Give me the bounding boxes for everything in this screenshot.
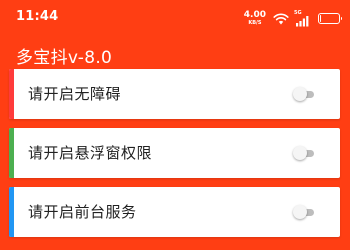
foreground-service-toggle[interactable] [293,204,315,220]
battery-fill [320,14,321,22]
accessibility-toggle[interactable] [293,86,315,102]
toggle-thumb [293,205,307,219]
setting-label: 请开启悬浮窗权限 [28,144,153,162]
card-accent-bar [9,69,14,119]
network-speed-value: 4.00 [243,9,266,20]
setting-label: 请开启前台服务 [28,203,137,221]
status-bar: 11:44 4.00 KB/S 5G 1 [0,0,350,34]
card-accent-bar [9,187,14,237]
wifi-icon [273,12,289,25]
network-speed: 4.00 KB/S [243,9,266,26]
app-title: 多宝抖v-8.0 [16,48,113,68]
battery-icon: 1 [318,12,342,24]
setting-card-foreground-service[interactable]: 请开启前台服务 [9,187,340,237]
settings-list: 请开启无障碍 请开启悬浮窗权限 请开启前台服务 [9,69,340,246]
setting-card-accessibility[interactable]: 请开启无障碍 [9,69,340,119]
overlay-permission-toggle[interactable] [293,145,315,161]
status-time: 11:44 [16,9,59,24]
card-accent-bar [9,128,14,178]
toggle-thumb [293,87,307,101]
setting-card-overlay-permission[interactable]: 请开启悬浮窗权限 [9,128,340,178]
network-type: 5G [294,9,302,16]
setting-label: 请开启无障碍 [28,85,122,103]
signal-icon: 5G [294,9,310,26]
status-icons: 4.00 KB/S 5G 1 [243,9,342,26]
toggle-thumb [293,146,307,160]
battery-level: 1 [326,13,332,22]
network-speed-unit: KB/S [248,19,262,26]
